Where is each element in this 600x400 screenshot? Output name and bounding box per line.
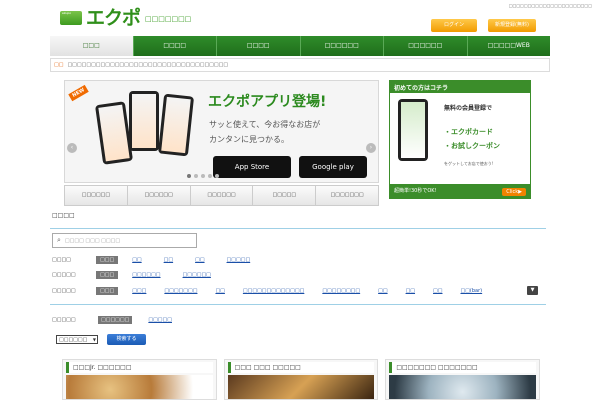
carousel-dot[interactable] [208, 174, 212, 178]
sort-option-selected[interactable]: □□□□□□ [98, 316, 133, 324]
banner-tab[interactable]: □□□□□□ [190, 186, 254, 205]
expand-icon[interactable]: ▼ [527, 286, 538, 295]
signup-ad-line: をゲットしてお店で使おう! [444, 161, 494, 166]
search-icon: ⌕ [57, 236, 61, 244]
shop-card[interactable]: □□□Jr. □□□□□□ [62, 359, 217, 400]
filter-option[interactable]: □□ [132, 257, 141, 263]
signup-ad-line: ・エクポカード [444, 128, 493, 136]
sort-row: □□□□□ □□□□□□ □□□□□ [52, 316, 172, 324]
filter-label: □□□□□ [52, 288, 76, 294]
carousel-dot[interactable] [187, 174, 191, 178]
filter-option[interactable]: □□ [406, 288, 415, 294]
signup-ad-line: 無料の会員登録で [444, 105, 493, 112]
search-input[interactable]: ⌕ □□□□ □□□ □□□□ [52, 233, 197, 248]
shop-card-list: □□□Jr. □□□□□□ □□□ □□□ □□□□□ □□□□□□□ □□□□… [62, 359, 541, 400]
filter-option[interactable]: □□ [164, 257, 173, 263]
login-button[interactable]: ログイン [431, 19, 477, 32]
site-tagline: □□□□□□□ [145, 15, 192, 23]
phones-image [81, 85, 201, 180]
shop-card-title[interactable]: □□□ □□□ □□□□□ [227, 362, 375, 373]
global-nav: □□□ □□□□ □□□□ □□□□□□ □□□□□□ □□□□□WEB [50, 36, 550, 56]
filter-option[interactable]: □□□□□□□□□□□□□ [243, 288, 304, 294]
filter-option[interactable]: □□ [195, 257, 204, 263]
nav-item-2[interactable]: □□□□ [134, 36, 217, 56]
carousel-dot[interactable] [215, 174, 219, 178]
carousel-dot[interactable] [194, 174, 198, 178]
nav-item-3[interactable]: □□□□ [217, 36, 301, 56]
filter-row-category: □□□□□ □□□ □□□ □□□□□□□ □□ □□□□□□□□□□□□□ □… [52, 285, 482, 297]
search-section-title: □□□□ [52, 212, 75, 219]
signup-ad-line: ・お試しクーポン [444, 142, 500, 150]
chevron-right-icon[interactable]: › [366, 143, 376, 153]
filter-option[interactable]: □□(bar) [460, 288, 482, 294]
filter-option[interactable]: □□ [433, 288, 442, 294]
shop-card-title[interactable]: □□□Jr. □□□□□□ [66, 362, 213, 373]
hero-banner[interactable]: NEW エクポアプリ登場! サッと使えて、今お得なお店が カンタンに見つかる。 … [64, 80, 379, 183]
select-row: □□□□□□ ▼ 検索する [56, 334, 146, 345]
filter-option[interactable]: □□ [378, 288, 387, 294]
area-select-value: □□□□□□ [59, 337, 88, 343]
sort-option[interactable]: □□□□□ [148, 317, 172, 323]
filter-option[interactable]: □□□ [132, 288, 146, 294]
hero-subtitle-2: カンタンに見つかる。 [209, 135, 289, 144]
search-placeholder: □□□□ □□□ □□□□ [64, 237, 121, 244]
google-play-button[interactable]: Google play [299, 156, 367, 178]
search-button[interactable]: 検索する [107, 334, 146, 345]
filter-option[interactable]: □□□ [96, 256, 119, 264]
banner-tab[interactable]: □□□□□□□ [316, 186, 378, 205]
notice-text[interactable]: □□□□□□□□□□□□□□□□□□□□□□□□□□□□□□□□□□ [67, 62, 228, 68]
click-button[interactable]: Click▶ [502, 188, 526, 196]
divider [50, 228, 546, 229]
banner-tab[interactable]: □□□□□ [253, 186, 317, 205]
filter-option[interactable]: □□□ [96, 287, 119, 295]
filter-option[interactable]: □□ [215, 288, 224, 294]
filter-label: □□□□ [52, 257, 71, 263]
logo-card-icon[interactable]: ekupo [60, 11, 82, 25]
shop-card[interactable]: □□□□□□□ □□□□□□□ [385, 359, 541, 400]
shop-card-image[interactable] [66, 375, 213, 399]
shop-card-title[interactable]: □□□□□□□ □□□□□□□ [389, 362, 537, 373]
filter-option[interactable]: □□□□□□ [183, 272, 211, 278]
sort-label: □□□□□ [52, 317, 76, 323]
site-logo[interactable]: エクポ [86, 7, 141, 29]
filter-option[interactable]: □□□□□□□□ [322, 288, 360, 294]
register-button[interactable]: 新規登録(無料) [488, 19, 536, 32]
signup-ad[interactable]: 初めての方はコチラ 無料の会員登録で ・エクポカード ・お試しクーポン をゲット… [389, 80, 531, 199]
hero-title: エクポアプリ登場! [208, 94, 327, 110]
site-header: ekupo エクポ □□□□□□□ □□□□□□□□□□□□□□□□□□□□□□… [0, 0, 600, 36]
filter-option[interactable]: □□□□□□□ [164, 288, 197, 294]
hero-subtitle-1: サッと使えて、今お得なお店が [209, 120, 321, 129]
top-note: □□□□□□□□□□□□□□□□□□□□□□ [508, 3, 592, 8]
nav-item-home[interactable]: □□□ [50, 36, 134, 56]
shop-card-image[interactable] [389, 375, 537, 399]
filter-row-area: □□□□ □□□ □□ □□ □□ □□□□□ [52, 254, 250, 266]
nav-item-5[interactable]: □□□□□□ [384, 36, 468, 56]
shop-card-image[interactable] [227, 375, 375, 399]
filter-label: □□□□□ [52, 272, 76, 278]
app-store-button[interactable]: App Store [213, 156, 291, 178]
phone-image [398, 99, 428, 161]
shop-card[interactable]: □□□ □□□ □□□□□ [223, 359, 379, 400]
nav-item-4[interactable]: □□□□□□ [301, 36, 384, 56]
chevron-down-icon: ▼ [92, 337, 96, 342]
chevron-left-icon[interactable]: ‹ [67, 143, 77, 153]
banner-tabs: □□□□□□ □□□□□□ □□□□□□ □□□□□ □□□□□□□ [64, 185, 379, 206]
filter-row-genre: □□□□□ □□□ □□□□□□ □□□□□□ [52, 269, 211, 281]
carousel-dots [187, 174, 219, 178]
signup-ad-heading: 初めての方はコチラ [390, 81, 530, 93]
divider [50, 304, 546, 305]
banner-tab[interactable]: □□□□□□ [127, 186, 191, 205]
filter-option[interactable]: □□□□□□ [132, 272, 160, 278]
area-select[interactable]: □□□□□□ ▼ [56, 335, 98, 344]
notice-badge: □□ [54, 62, 64, 68]
filter-option[interactable]: □□□ [96, 271, 119, 279]
nav-item-web[interactable]: □□□□□WEB [468, 36, 551, 56]
carousel-dot[interactable] [201, 174, 205, 178]
filter-option[interactable]: □□□□□ [227, 257, 251, 263]
banner-tab[interactable]: □□□□□□ [65, 186, 128, 205]
notice-bar[interactable]: □□ □□□□□□□□□□□□□□□□□□□□□□□□□□□□□□□□□□ [50, 58, 550, 72]
